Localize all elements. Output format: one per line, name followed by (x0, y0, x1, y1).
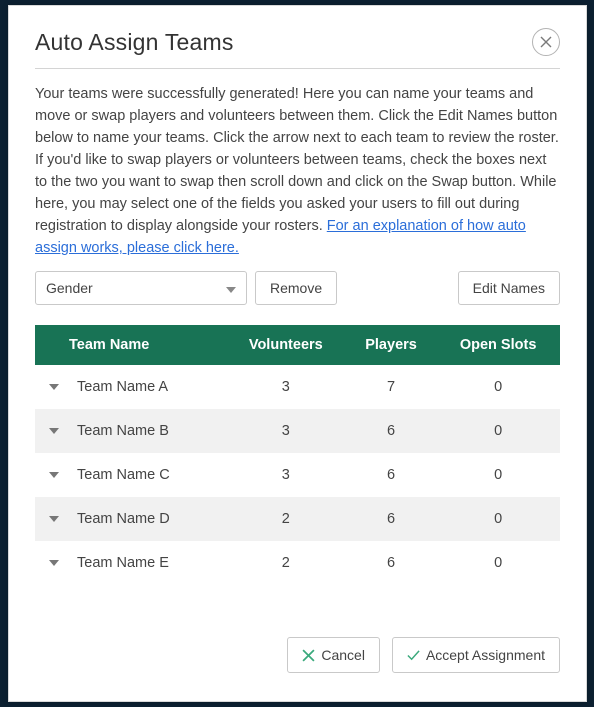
controls-row: Gender Remove Edit Names (9, 259, 586, 305)
cell-open-slots: 0 (436, 541, 560, 585)
cell-open-slots: 0 (436, 365, 560, 409)
cancel-button[interactable]: Cancel (287, 637, 380, 673)
col-open-slots: Open Slots (436, 325, 560, 365)
cell-open-slots: 0 (436, 453, 560, 497)
cell-players: 7 (346, 365, 436, 409)
expand-toggle[interactable] (49, 428, 59, 434)
table-header-row: Team Name Volunteers Players Open Slots (35, 325, 560, 365)
table-row: Team Name D 2 6 0 (35, 497, 560, 541)
expand-toggle[interactable] (49, 560, 59, 566)
check-icon (407, 649, 420, 662)
cell-players: 6 (346, 497, 436, 541)
team-name: Team Name A (77, 379, 168, 395)
accept-button[interactable]: Accept Assignment (392, 637, 560, 673)
table-row: Team Name E 2 6 0 (35, 541, 560, 585)
dialog-title: Auto Assign Teams (35, 29, 234, 56)
team-name: Team Name D (77, 511, 170, 527)
dialog-header: Auto Assign Teams (9, 6, 586, 68)
col-team: Team Name (35, 325, 226, 365)
close-icon (540, 36, 552, 48)
cell-volunteers: 3 (226, 453, 346, 497)
accept-label: Accept Assignment (426, 647, 545, 663)
cell-players: 6 (346, 453, 436, 497)
expand-toggle[interactable] (49, 516, 59, 522)
chevron-down-icon (226, 280, 236, 296)
edit-names-label: Edit Names (473, 280, 545, 296)
cell-volunteers: 2 (226, 497, 346, 541)
team-name: Team Name E (77, 555, 169, 571)
divider (35, 68, 560, 69)
team-name: Team Name B (77, 423, 169, 439)
col-players: Players (346, 325, 436, 365)
dialog-description: Your teams were successfully generated! … (9, 83, 586, 259)
cell-volunteers: 3 (226, 365, 346, 409)
close-button[interactable] (532, 28, 560, 56)
cell-volunteers: 3 (226, 409, 346, 453)
table-row: Team Name B 3 6 0 (35, 409, 560, 453)
remove-label: Remove (270, 280, 322, 296)
remove-button[interactable]: Remove (255, 271, 337, 305)
team-name: Team Name C (77, 467, 170, 483)
dialog: Auto Assign Teams Your teams were succes… (8, 5, 587, 702)
teams-table: Team Name Volunteers Players Open Slots … (35, 325, 560, 585)
cancel-label: Cancel (321, 647, 365, 663)
cell-volunteers: 2 (226, 541, 346, 585)
filter-select-value: Gender (46, 280, 93, 296)
expand-toggle[interactable] (49, 472, 59, 478)
cell-players: 6 (346, 409, 436, 453)
table-body: Team Name A 3 7 0 Team Name B 3 6 0 Team… (35, 365, 560, 585)
cell-players: 6 (346, 541, 436, 585)
x-icon (302, 649, 315, 662)
table-row: Team Name A 3 7 0 (35, 365, 560, 409)
cell-open-slots: 0 (436, 409, 560, 453)
edit-names-button[interactable]: Edit Names (458, 271, 560, 305)
filter-select[interactable]: Gender (35, 271, 247, 305)
dialog-footer: Cancel Accept Assignment (287, 637, 560, 673)
expand-toggle[interactable] (49, 384, 59, 390)
table-row: Team Name C 3 6 0 (35, 453, 560, 497)
col-volunteers: Volunteers (226, 325, 346, 365)
description-text: Your teams were successfully generated! … (35, 86, 559, 234)
cell-open-slots: 0 (436, 497, 560, 541)
